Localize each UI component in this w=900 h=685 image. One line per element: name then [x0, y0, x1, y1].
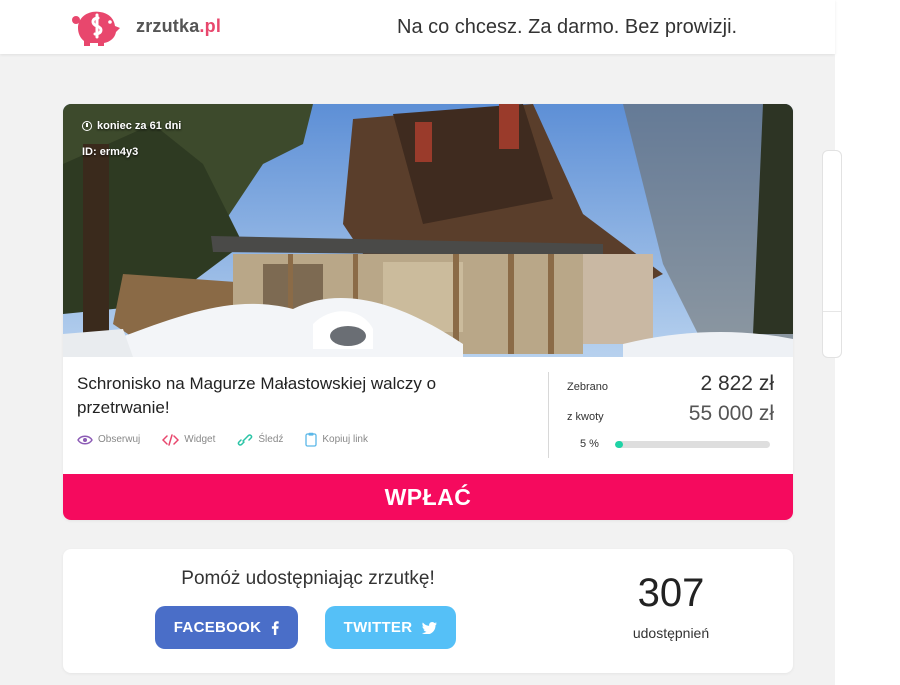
- side-panel-divider: [823, 311, 841, 312]
- raised-row: Zebrano 2 822 zł: [567, 372, 774, 402]
- raised-value: 2 822 zł: [700, 372, 774, 395]
- campaign-stats: Zebrano 2 822 zł z kwoty 55 000 zł 5 %: [567, 372, 774, 450]
- side-panel-tab[interactable]: [822, 150, 842, 358]
- raised-label: Zebrano: [567, 381, 608, 393]
- progress-row: 5 %: [567, 438, 774, 450]
- copy-link-label: Kopiuj link: [322, 434, 368, 445]
- clipboard-icon: [305, 432, 318, 447]
- twitter-icon: [422, 621, 438, 634]
- track-button[interactable]: Śledź: [237, 432, 283, 447]
- twitter-share-button[interactable]: TWITTER: [325, 606, 456, 649]
- logo-text: zrzutka.pl: [136, 16, 221, 37]
- ends-in-text: koniec za 61 dni: [97, 120, 182, 132]
- campaign-title: Schronisko na Magurze Małastowskiej walc…: [77, 374, 437, 417]
- watch-label: Obserwuj: [98, 434, 141, 445]
- share-count: 307: [637, 571, 705, 615]
- widget-button[interactable]: Widget: [162, 432, 215, 447]
- right-gutter: [835, 0, 900, 685]
- code-icon: [162, 433, 180, 446]
- watch-button[interactable]: Obserwuj: [77, 432, 140, 447]
- facebook-share-button[interactable]: FACEBOOK: [155, 606, 298, 649]
- stats-divider: [548, 372, 549, 458]
- goal-label: z kwoty: [567, 411, 604, 423]
- share-count-label: udostępnień: [632, 625, 710, 641]
- goal-value: 55 000 zł: [688, 402, 774, 425]
- photo-meta: koniec za 61 dni ID: erm4y3: [82, 118, 181, 170]
- piggy-logo-icon: [72, 11, 120, 46]
- track-label: Śledź: [258, 434, 284, 445]
- goal-row: z kwoty 55 000 zł: [567, 402, 774, 432]
- link-icon: [238, 433, 253, 446]
- progress-percent: 5 %: [580, 438, 599, 450]
- top-header: zrzutka.pl Na co chcesz. Za darmo. Bez p…: [0, 0, 835, 54]
- campaign-title-area: Schronisko na Magurze Małastowskiej walc…: [77, 372, 477, 420]
- clock-icon: [82, 121, 92, 131]
- logo-tld: .pl: [199, 15, 222, 36]
- widget-label: Widget: [184, 434, 216, 445]
- eye-icon: [77, 435, 93, 444]
- share-title: Pomóż udostępniając zrzutkę!: [181, 568, 435, 589]
- site-logo[interactable]: zrzutka.pl: [68, 6, 221, 46]
- facebook-label: FACEBOOK: [173, 619, 262, 636]
- progress-bar-fill: [615, 440, 623, 448]
- twitter-label: TWITTER: [343, 619, 413, 636]
- header-tagline: Na co chcesz. Za darmo. Bez prowizji.: [397, 16, 738, 38]
- campaign-photo[interactable]: koniec za 61 dni ID: erm4y3: [63, 104, 793, 357]
- logo-name: zrzutka: [136, 15, 200, 36]
- copy-link-button[interactable]: Kopiuj link: [305, 432, 368, 447]
- donate-button[interactable]: WPŁAĆ: [63, 474, 793, 520]
- progress-bar: [615, 440, 770, 448]
- share-card: Pomóż udostępniając zrzutkę! FACEBOOK TW…: [63, 549, 793, 673]
- campaign-actions: Obserwuj Widget Śledź Kopiuj link: [77, 432, 368, 447]
- facebook-icon: [272, 620, 279, 635]
- campaign-id: ID: erm4y3: [82, 146, 139, 158]
- campaign-card: koniec za 61 dni ID: erm4y3 Schronisko n…: [63, 104, 793, 520]
